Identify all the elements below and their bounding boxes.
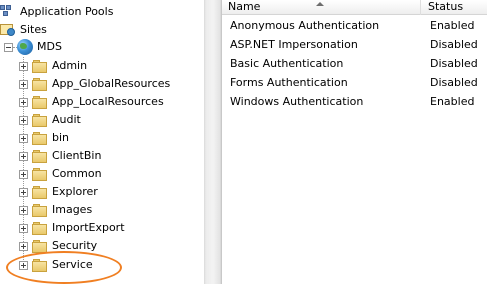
expand-expander[interactable] [19,152,28,161]
globe-icon [17,39,33,55]
list-header: Name Status [222,0,487,15]
folder-icon [32,167,48,181]
tree-item-bin[interactable]: bin [32,129,69,147]
tree-item-label: ImportExport [52,221,125,234]
feature-name: ASP.NET Impersonation [230,38,358,51]
expand-expander[interactable] [19,134,28,143]
connections-tree: Application Pools Sites MDS Admin App_Gl… [0,0,204,284]
pane-splitter[interactable] [204,0,222,284]
tree-item-importexport[interactable]: ImportExport [32,219,125,237]
collapse-expander[interactable] [4,43,13,52]
feature-name: Windows Authentication [230,95,364,108]
feature-name: Basic Authentication [230,57,344,70]
feature-status: Enabled [430,19,475,32]
expand-expander[interactable] [19,206,28,215]
tree-item-label: App_LocalResources [52,95,164,108]
tree-item-clientbin[interactable]: ClientBin [32,147,101,165]
folder-icon [32,95,48,109]
tree-item-label: Application Pools [20,5,114,18]
expand-expander[interactable] [19,242,28,251]
list-item[interactable]: Forms Authentication Disabled [222,73,487,92]
list-item[interactable]: Windows Authentication Enabled [222,92,487,111]
folder-icon [32,203,48,217]
tree-item-label: Common [52,167,102,180]
feature-status: Enabled [430,95,475,108]
feature-name: Anonymous Authentication [230,19,380,32]
list-item[interactable]: Anonymous Authentication Enabled [222,16,487,35]
feature-status: Disabled [430,76,478,89]
features-list: Name Status Anonymous Authentication Ena… [222,0,487,284]
tree-item-label: ClientBin [52,149,102,162]
folder-icon [32,239,48,253]
feature-name: Forms Authentication [230,76,348,89]
tree-item-label: Explorer [52,185,98,198]
folder-icon [32,221,48,235]
folder-icon [32,59,48,73]
expand-expander[interactable] [19,116,28,125]
column-header-label: Status [428,0,464,13]
column-header-name[interactable]: Name [222,0,421,15]
expand-expander[interactable] [19,188,28,197]
tree-item-label: MDS [37,40,62,53]
tree-item-application-pools[interactable]: Application Pools [0,3,113,21]
sort-ascending-icon [316,2,324,6]
tree-item-admin[interactable]: Admin [32,57,87,75]
tree-item-security[interactable]: Security [32,237,97,255]
tree-item-sites[interactable]: Sites [0,21,47,39]
expand-expander[interactable] [19,261,28,270]
column-header-status[interactable]: Status [422,0,487,15]
tree-item-label: bin [52,131,70,144]
folder-icon [32,185,48,199]
column-header-label: Name [228,0,261,13]
tree-item-label: Service [52,258,93,271]
expand-expander[interactable] [19,98,28,107]
tree-item-common[interactable]: Common [32,165,102,183]
folder-icon [32,131,48,145]
tree-item-service[interactable]: Service [32,256,93,274]
tree-item-label: Images [52,203,93,216]
expand-expander[interactable] [19,170,28,179]
expand-expander[interactable] [19,80,28,89]
tree-item-images[interactable]: Images [32,201,92,219]
tree-item-label: Audit [52,113,81,126]
tree-item-label: Sites [20,23,47,36]
expand-expander[interactable] [19,224,28,233]
tree-item-app-globalresources[interactable]: App_GlobalResources [32,75,170,93]
tree-item-label: App_GlobalResources [52,77,171,90]
tree-item-mds[interactable]: MDS [17,38,62,56]
list-item[interactable]: ASP.NET Impersonation Disabled [222,35,487,54]
tree-item-label: Admin [52,59,88,72]
application-pools-icon [0,5,16,19]
folder-icon [32,77,48,91]
tree-item-explorer[interactable]: Explorer [32,183,98,201]
list-item[interactable]: Basic Authentication Disabled [222,54,487,73]
folder-icon [32,258,48,272]
feature-status: Disabled [430,57,478,70]
folder-icon [32,113,48,127]
tree-item-audit[interactable]: Audit [32,111,81,129]
tree-item-app-localresources[interactable]: App_LocalResources [32,93,164,111]
sites-icon [0,23,16,37]
feature-status: Disabled [430,38,478,51]
tree-item-label: Security [52,239,98,252]
folder-icon [32,149,48,163]
expand-expander[interactable] [19,62,28,71]
